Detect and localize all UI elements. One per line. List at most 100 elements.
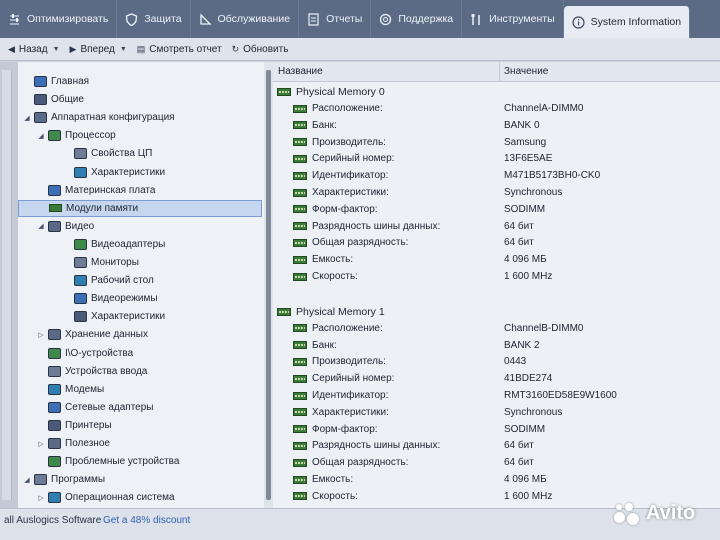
property-row[interactable]: Емкость: 4 096 МБ bbox=[273, 472, 720, 488]
column-name-header[interactable]: Название bbox=[278, 66, 323, 77]
tree-item[interactable]: ◢ Видео bbox=[18, 218, 94, 235]
property-row[interactable]: Банк: BANK 0 bbox=[273, 118, 720, 134]
tree-scrollbar-thumb[interactable] bbox=[266, 70, 271, 500]
tree-item[interactable]: Принтеры bbox=[18, 417, 112, 434]
view-report-label: Смотреть отчет bbox=[149, 43, 222, 55]
tab-2[interactable]: Защита bbox=[117, 0, 191, 38]
tree-item[interactable]: Видеорежимы bbox=[18, 290, 158, 307]
property-row[interactable]: Разрядность шины данных: 64 бит bbox=[273, 438, 720, 454]
tree-node-icon bbox=[74, 166, 87, 178]
property-row[interactable]: Емкость: 4 096 МБ bbox=[273, 252, 720, 268]
property-row[interactable]: Идентификатор: M471B5173BH0-CK0 bbox=[273, 168, 720, 184]
property-row[interactable]: Расположение: ChannelA-DIMM0 bbox=[273, 101, 720, 117]
property-row[interactable]: Расположение: ChannelB-DIMM0 bbox=[273, 321, 720, 337]
expand-arrow-icon[interactable]: ◢ bbox=[22, 476, 32, 484]
tree-item-label: Полезное bbox=[65, 438, 110, 449]
property-row[interactable]: Серийный номер: 41BDE274 bbox=[273, 371, 720, 387]
tree-node-icon bbox=[74, 311, 87, 323]
property-row[interactable]: Разрядность шины данных: 64 бит bbox=[273, 219, 720, 235]
tree-item[interactable]: Модемы bbox=[18, 381, 104, 398]
property-row[interactable]: Характеристики: Synchronous bbox=[273, 185, 720, 201]
tree-item[interactable]: ▷ Хранение данных bbox=[18, 326, 148, 343]
property-name: Идентификатор: bbox=[293, 170, 388, 181]
tree-item[interactable]: Рабочий стол bbox=[18, 272, 154, 289]
column-value-header[interactable]: Значение bbox=[504, 66, 548, 77]
property-row[interactable]: Производитель: Samsung bbox=[273, 135, 720, 151]
tree-item[interactable]: Характеристики bbox=[18, 308, 165, 325]
tree-item-label: Хранение данных bbox=[65, 329, 148, 341]
expand-arrow-icon[interactable]: ◢ bbox=[22, 114, 32, 122]
tab-6[interactable]: Инструменты bbox=[462, 0, 564, 38]
tree-item[interactable]: Свойства ЦП bbox=[18, 145, 152, 162]
tree-item[interactable]: Главная bbox=[18, 73, 89, 90]
memory-group-header[interactable]: Physical Memory 0 bbox=[273, 84, 720, 100]
expand-arrow-icon[interactable]: ◢ bbox=[36, 222, 46, 230]
property-row[interactable]: Характеристики: Synchronous bbox=[273, 405, 720, 421]
navigation-toolbar: ◀ Назад ▼ ▶ Вперед ▼ ▤ Смотреть отчет ↻ … bbox=[0, 38, 720, 61]
memory-group-title: Physical Memory 1 bbox=[277, 306, 385, 318]
discount-link[interactable]: Get a 48% discount bbox=[103, 515, 190, 526]
tree-item[interactable]: Устройства ввода bbox=[18, 363, 147, 380]
memory-module-icon bbox=[293, 238, 307, 247]
property-value: BANK 2 bbox=[504, 339, 540, 351]
tree-node-icon bbox=[48, 438, 61, 449]
property-row[interactable]: Производитель: 0443 bbox=[273, 354, 720, 370]
tab-3[interactable]: Обслуживание bbox=[191, 0, 300, 38]
tree-item[interactable]: Общие bbox=[18, 91, 84, 108]
tree-item[interactable]: Характеристики bbox=[18, 164, 165, 181]
forward-button[interactable]: ▶ Вперед ▼ bbox=[70, 44, 127, 55]
property-row[interactable]: Общая разрядность: 64 бит bbox=[273, 455, 720, 471]
tree-item[interactable]: ◢ Программы bbox=[18, 471, 105, 488]
property-name: Скорость: bbox=[293, 271, 358, 282]
tree-item[interactable]: Сетевые адаптеры bbox=[18, 399, 153, 416]
memory-module-icon bbox=[293, 408, 307, 417]
tree-scrollbar[interactable] bbox=[264, 62, 273, 508]
collapse-arrow-icon[interactable]: ▷ bbox=[36, 331, 46, 339]
tab-7[interactable]: System Information bbox=[563, 6, 691, 38]
tree-item[interactable]: ▷ Операционная система bbox=[18, 489, 175, 506]
property-row[interactable]: Банк: BANK 2 bbox=[273, 338, 720, 354]
tree-item[interactable]: Материнская плата bbox=[18, 182, 155, 199]
chevron-down-icon[interactable]: ▼ bbox=[120, 46, 127, 53]
property-row[interactable]: Скорость: 1 600 MHz bbox=[273, 269, 720, 285]
memory-module-icon bbox=[293, 188, 307, 197]
tree-item-label: Модули памяти bbox=[66, 202, 139, 214]
refresh-button[interactable]: ↻ Обновить bbox=[232, 44, 289, 55]
back-button[interactable]: ◀ Назад ▼ bbox=[8, 44, 60, 55]
tree-item[interactable]: I\O-устройства bbox=[18, 345, 133, 362]
property-name-text: Скорость: bbox=[312, 490, 358, 502]
property-name: Общая разрядность: bbox=[293, 237, 408, 248]
property-row[interactable]: Форм-фактор: SODIMM bbox=[273, 422, 720, 438]
back-arrow-icon: ◀ bbox=[8, 43, 15, 54]
property-name: Банк: bbox=[293, 340, 337, 351]
expand-arrow-icon[interactable]: ◢ bbox=[36, 132, 46, 140]
tree-item[interactable]: ▷ Полезное bbox=[18, 435, 110, 452]
tree-item[interactable]: Проблемные устройства bbox=[18, 453, 179, 470]
collapse-arrow-icon[interactable]: ▷ bbox=[36, 440, 46, 448]
memory-module-icon bbox=[293, 391, 307, 400]
tab-5[interactable]: Поддержка bbox=[371, 0, 463, 38]
outer-scrollbar[interactable] bbox=[2, 70, 12, 500]
view-report-button[interactable]: ▤ Смотреть отчет bbox=[137, 44, 222, 55]
column-divider[interactable] bbox=[499, 62, 500, 82]
tab-1[interactable]: Оптимизировать bbox=[0, 0, 118, 38]
memory-group-header[interactable]: Physical Memory 1 bbox=[273, 304, 720, 320]
tree-item[interactable]: Модули памяти bbox=[18, 199, 262, 217]
collapse-arrow-icon[interactable]: ▷ bbox=[36, 494, 46, 502]
property-row[interactable]: Форм-фактор: SODIMM bbox=[273, 202, 720, 218]
tab-4[interactable]: Отчеты bbox=[299, 0, 372, 38]
property-name-text: Банк: bbox=[312, 119, 337, 131]
tree-item[interactable]: Видеоадаптеры bbox=[18, 236, 165, 253]
tree-item[interactable]: ◢ Аппаратная конфигурация bbox=[18, 109, 175, 126]
property-row[interactable]: Серийный номер: 13F6E5AE bbox=[273, 151, 720, 167]
tree-item[interactable]: ◢ Процессор bbox=[18, 127, 116, 144]
tree-node-icon bbox=[74, 238, 87, 250]
avito-watermark: Avito bbox=[612, 500, 695, 526]
memory-module-icon bbox=[293, 425, 307, 434]
tree-item[interactable]: Мониторы bbox=[18, 254, 139, 271]
chevron-down-icon[interactable]: ▼ bbox=[53, 46, 60, 53]
property-row[interactable]: Общая разрядность: 64 бит bbox=[273, 235, 720, 251]
property-row[interactable]: Идентификатор: RMT3160ED58E9W1600 bbox=[273, 388, 720, 404]
property-name-text: Форм-фактор: bbox=[312, 423, 378, 435]
tree-item-label: Характеристики bbox=[91, 166, 166, 178]
